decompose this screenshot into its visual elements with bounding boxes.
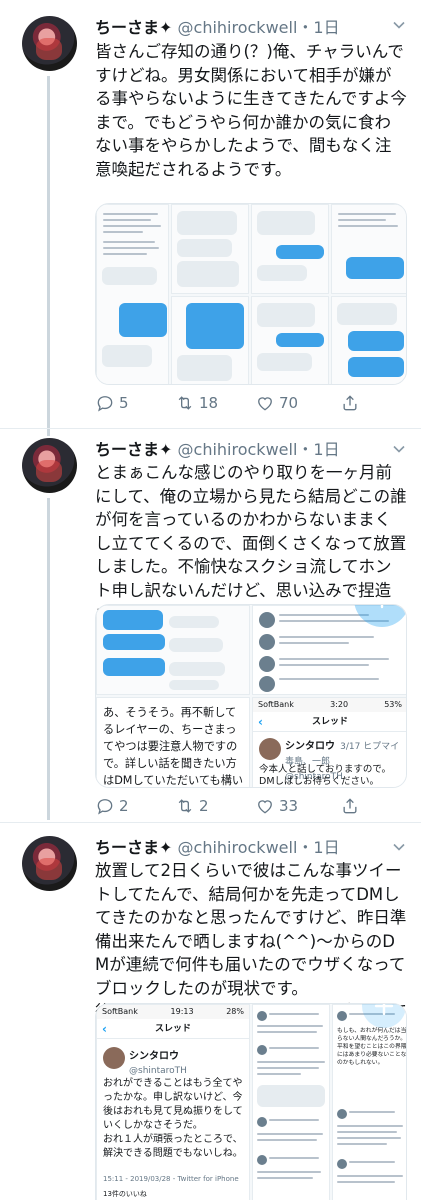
tweet-media-grid[interactable]: あ、そうそう。再不斬してるレイヤーの、ちーさまってやつは要注意人物ですので。詳し… <box>95 604 407 788</box>
tweet-time[interactable]: 1日 <box>313 18 339 37</box>
phone-screenshot[interactable]: SoftBank 3:20 53% ‹ スレッド シンタロウ 3/17 ヒプマイ… <box>252 697 406 787</box>
phone-status-bar: SoftBank 19:13 28% <box>97 1005 249 1019</box>
phone-status-bar: SoftBank 3:20 53% <box>253 698 406 712</box>
like-count: 70 <box>279 394 299 412</box>
thread-line <box>47 498 50 820</box>
screenshot-text: あ、そうそう。再不斬してるレイヤーの、ちーさまってやつは要注意人物ですので。詳し… <box>103 706 244 787</box>
screenshot-text: もしも、おれが何んだは当らない人間なんだろうか。平和を望むことはこの界隈にはあま… <box>337 1028 407 1066</box>
tweet-time[interactable]: 1日 <box>313 440 339 459</box>
retweet-icon <box>178 396 192 410</box>
display-name[interactable]: ちーさま✦ <box>95 18 172 37</box>
retweet-button[interactable]: 2 <box>175 796 209 816</box>
reply-icon <box>97 799 113 815</box>
user-handle[interactable]: @chihirockwell <box>178 838 298 857</box>
share-button[interactable] <box>340 796 360 816</box>
back-arrow-icon: ‹ <box>258 715 263 729</box>
tweet-time[interactable]: 1日 <box>313 838 339 857</box>
quoted-tweet-screenshot[interactable]: もしも、おれが何んだは当らない人間なんだろうか。平和を望むことはこの界隈にはあま… <box>332 1004 407 1200</box>
retweet-icon <box>178 799 192 813</box>
compose-icon <box>380 605 384 609</box>
user-handle[interactable]: @chihirockwell <box>178 440 298 459</box>
heart-icon <box>258 800 272 814</box>
avatar[interactable] <box>22 16 77 71</box>
reply-count: 5 <box>119 394 129 412</box>
dm-screenshot[interactable] <box>96 605 250 695</box>
user-handle[interactable]: @chihirockwell <box>178 18 298 37</box>
like-button[interactable]: 70 <box>255 393 298 413</box>
thread-line <box>47 76 50 436</box>
compose-icon <box>374 1004 394 1016</box>
dm-screenshot[interactable] <box>171 204 249 294</box>
chevron-down-icon[interactable] <box>393 440 405 453</box>
display-name[interactable]: ちーさま✦ <box>95 838 172 857</box>
dm-screenshot[interactable] <box>251 296 329 384</box>
reply-button[interactable]: 2 <box>95 796 129 816</box>
tweet-2[interactable]: ちーさま✦ @chihirockwell・1日 とまぁこんな感じのやり取りを一ヶ… <box>0 428 421 820</box>
share-button[interactable] <box>340 393 360 413</box>
retweet-button[interactable]: 18 <box>175 393 218 413</box>
phone-nav-bar: ‹ スレッド <box>253 712 406 732</box>
screenshot-text: 今本人と話しておりますので。DMしばしお待ちください。 <box>259 764 392 787</box>
like-button[interactable]: 33 <box>255 796 298 816</box>
phone-screenshot[interactable]: SoftBank 19:13 28% ‹ スレッド シンタロウ @shintar… <box>96 1004 250 1200</box>
like-count: 33 <box>279 797 299 815</box>
dm-screenshot[interactable] <box>171 296 249 384</box>
tweet-3[interactable]: ちーさま✦ @chihirockwell・1日 放置して2日くらいで彼はこんな事… <box>0 822 421 1200</box>
reply-icon <box>97 396 113 412</box>
share-icon <box>343 798 357 814</box>
screenshot-text: おれができることはもう全てやったかな。申し訳ないけど、今後はおれも見て見ぬ振りを… <box>103 1078 243 1159</box>
screenshot-footer: 15:11 - 2019/03/28 - Twitter for iPhone <box>103 1175 239 1183</box>
tweet-header: ちーさま✦ @chihirockwell・1日 <box>95 834 340 858</box>
tweet-1[interactable]: ちーさま✦ @chihirockwell・1日 皆さんご存知の通り(？)俺、チャ… <box>0 0 421 437</box>
avatar[interactable] <box>22 836 77 891</box>
back-arrow-icon: ‹ <box>102 1022 107 1036</box>
quoted-tweet-screenshot[interactable]: あ、そうそう。再不斬してるレイヤーの、ちーさまってやつは要注意人物ですので。詳し… <box>96 697 250 787</box>
reply-button[interactable]: 5 <box>95 393 129 413</box>
separator-dot: ・ <box>297 838 314 857</box>
screenshot-likes: 13件のいいね <box>103 1190 147 1198</box>
tweet-header: ちーさま✦ @chihirockwell・1日 <box>95 436 340 460</box>
avatar <box>259 738 281 760</box>
tweet-actions: 2 2 33 <box>95 796 407 820</box>
retweet-count: 2 <box>199 797 209 815</box>
separator-dot: ・ <box>297 18 314 37</box>
display-name[interactable]: ちーさま✦ <box>95 440 172 459</box>
chevron-down-icon[interactable] <box>393 838 405 851</box>
dm-screenshot[interactable] <box>331 296 406 384</box>
tweet-header: ちーさま✦ @chihirockwell・1日 <box>95 14 340 38</box>
share-icon <box>343 395 357 411</box>
tweet-media-grid[interactable] <box>95 203 407 385</box>
tweet-actions: 5 18 70 <box>95 393 407 417</box>
replies-screenshot[interactable] <box>252 1004 330 1200</box>
heart-icon <box>258 397 272 411</box>
phone-nav-bar: ‹ スレッド <box>97 1019 249 1039</box>
chevron-down-icon[interactable] <box>393 16 405 29</box>
tweet-media-grid[interactable]: SoftBank 19:13 28% ‹ スレッド シンタロウ @shintar… <box>95 1003 407 1200</box>
separator-dot: ・ <box>297 440 314 459</box>
avatar[interactable] <box>22 438 77 493</box>
dm-screenshot[interactable] <box>96 204 169 384</box>
avatar <box>103 1047 125 1069</box>
dm-screenshot[interactable] <box>251 204 329 294</box>
dm-screenshot[interactable] <box>331 204 406 294</box>
retweet-count: 18 <box>199 394 219 412</box>
reply-count: 2 <box>119 797 129 815</box>
